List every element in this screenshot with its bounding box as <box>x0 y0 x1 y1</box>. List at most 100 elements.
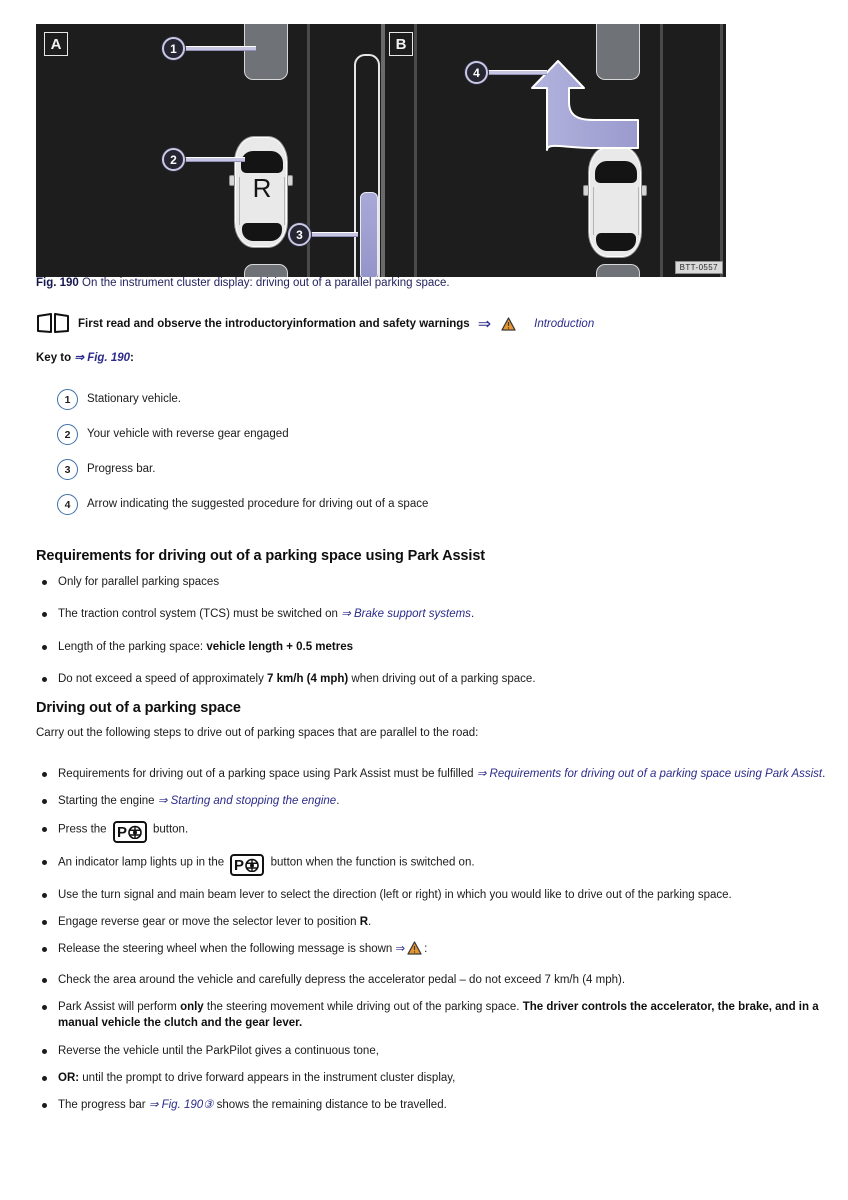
rear-glass <box>596 233 636 251</box>
cross-reference-link[interactable]: ⇒ Requirements for driving out of a park… <box>477 768 822 780</box>
park-assist-button-icon: P <box>230 853 265 876</box>
progress-bar-fill <box>360 192 378 277</box>
key-text-4: Arrow indicating the suggested procedure… <box>87 498 429 510</box>
bullet-text: Starting the engine <box>58 795 158 808</box>
driving-out-intro: Carry out the following steps to drive o… <box>36 727 479 739</box>
mirror-left <box>583 185 589 196</box>
list-item: Reverse the vehicle until the ParkPilot … <box>36 1043 826 1059</box>
introduction-link[interactable]: Introduction <box>534 318 594 330</box>
list-item: Press the P button. <box>36 820 826 843</box>
list-item: Requirements for driving out of a parkin… <box>36 766 826 782</box>
requirements-bullet-list: Only for parallel parking spaces The trac… <box>36 574 826 703</box>
list-item: Release the steering wheel when the foll… <box>36 941 826 960</box>
rear-glass <box>242 223 282 241</box>
bullet-emphasis: OR: <box>58 1071 80 1084</box>
lane-line-right <box>660 24 663 277</box>
bullet-text: Use the turn signal and main beam lever … <box>58 888 732 901</box>
bullet-text: An indicator lamp lights up in the <box>58 856 228 869</box>
figure-190: R A B 1 2 3 4 BTT-0557 <box>36 24 726 277</box>
bullet-text: Check the area around the vehicle and ca… <box>58 973 626 986</box>
read-first-note-text: First read and observe the introductoryi… <box>78 317 470 330</box>
figure-callout-1: 1 <box>162 37 185 60</box>
list-item: Only for parallel parking spaces <box>36 574 826 590</box>
driving-out-bullet-list: Requirements for driving out of a parkin… <box>36 766 826 1125</box>
note-ref-arrow: ⇒ <box>477 315 492 333</box>
warning-triangle-icon <box>501 316 516 331</box>
figure-callout-2: 2 <box>162 148 185 171</box>
bullet-text: The progress bar <box>58 1099 149 1112</box>
svg-text:P: P <box>117 824 127 839</box>
windshield <box>595 161 637 183</box>
bullet-text: Reverse the vehicle until the ParkPilot … <box>58 1044 379 1057</box>
list-item: Do not exceed a speed of approximately 7… <box>36 671 826 687</box>
panel-label-a: A <box>44 32 68 56</box>
bullet-text: . <box>470 608 475 621</box>
bullet-text: . <box>336 795 340 808</box>
figure-caption-text: On the instrument cluster display: drivi… <box>82 277 450 289</box>
key-text-1: Stationary vehicle. <box>87 393 181 405</box>
bullet-text: Only for parallel parking spaces <box>58 576 220 588</box>
key-to-heading: Key to ⇒ Fig. 190: <box>36 350 134 364</box>
requirements-heading: Requirements for driving out of a parkin… <box>36 548 486 564</box>
key-item-1: 1 Stationary vehicle. <box>57 388 817 423</box>
instrument-cluster-illustration: R A B 1 2 3 4 BTT-0557 <box>36 24 726 277</box>
ego-vehicle-b <box>583 146 647 258</box>
roofline <box>593 187 639 235</box>
panel-label-b: B <box>389 32 413 56</box>
bullet-text: Release the steering wheel when the foll… <box>58 943 396 956</box>
svg-text:P: P <box>234 857 244 872</box>
bullet-text: The traction control system (TCS) must b… <box>58 608 342 621</box>
bullet-text: : <box>424 943 428 956</box>
bullet-text: . <box>368 915 372 928</box>
key-to-arrow: ⇒ <box>74 352 84 364</box>
book-icon <box>37 313 69 333</box>
bullet-text: Press the <box>58 823 110 836</box>
figure-caption: Fig. 190 On the instrument cluster displ… <box>36 276 796 292</box>
mirror-right <box>641 185 647 196</box>
bullet-text: until the prompt to drive forward appear… <box>79 1071 456 1084</box>
bullet-text: the steering movement while driving out … <box>203 1000 523 1013</box>
key-text-3: Progress bar. <box>87 463 156 475</box>
leader-line-3 <box>310 232 358 237</box>
bullet-emphasis: R <box>359 915 369 928</box>
windshield <box>241 151 283 173</box>
list-item: OR: until the prompt to drive forward ap… <box>36 1070 826 1086</box>
key-bubble-2: 2 <box>57 424 78 445</box>
figure-watermark: BTT-0557 <box>674 261 723 274</box>
key-bubble-3: 3 <box>57 459 78 480</box>
key-item-4: 4 Arrow indicating the suggested procedu… <box>57 493 817 528</box>
key-item-3: 3 Progress bar. <box>57 458 817 493</box>
figure-key-list: 1 Stationary vehicle. 2 Your vehicle wit… <box>57 388 817 528</box>
warning-triangle-icon <box>407 941 422 960</box>
bullet-emphasis: only <box>180 1000 204 1013</box>
key-bubble-1: 1 <box>57 389 78 410</box>
parked-vehicle-top-a <box>244 24 288 80</box>
cross-reference-link[interactable]: ⇒ Fig. 190③ <box>149 1099 214 1111</box>
bullet-text: shows the remaining distance to be trave… <box>213 1099 447 1112</box>
bullet-text: button when the function is switched on. <box>267 856 475 869</box>
bullet-text: Do not exceed a speed of approximately <box>58 672 268 685</box>
cross-reference-link[interactable]: ⇒ Brake support systems <box>341 608 471 620</box>
figure-panel-a <box>36 24 381 277</box>
manual-page: R A B 1 2 3 4 BTT-0557 Fig. 190 On the i… <box>0 0 848 1200</box>
bullet-text: when driving out of a parking space. <box>348 672 536 685</box>
park-assist-button-icon: P <box>112 820 147 843</box>
key-bubble-4: 4 <box>57 494 78 515</box>
key-item-2: 2 Your vehicle with reverse gear engaged <box>57 423 817 458</box>
leader-line-2 <box>183 157 245 162</box>
list-item: An indicator lamp lights up in the P but… <box>36 853 826 876</box>
bullet-text: Requirements for driving out of a parkin… <box>58 768 477 780</box>
figure-callout-4: 4 <box>465 61 488 84</box>
key-to-figure-link[interactable]: Fig. 190 <box>87 352 130 364</box>
bullet-text: Engage reverse gear or move the selector… <box>58 915 360 928</box>
key-text-2: Your vehicle with reverse gear engaged <box>87 428 289 440</box>
read-first-note: First read and observe the introductoryi… <box>36 313 816 334</box>
driving-out-heading: Driving out of a parking space <box>36 700 241 716</box>
list-item: Check the area around the vehicle and ca… <box>36 972 826 988</box>
figure-caption-label: Fig. 190 <box>36 277 79 289</box>
cross-reference-link[interactable]: ⇒ Starting and stopping the engine <box>158 795 336 807</box>
gear-indicator-letter: R <box>252 173 272 203</box>
bullet-emphasis: vehicle length + 0.5 metres <box>206 640 354 653</box>
key-to-suffix: : <box>130 352 134 364</box>
lane-line-mid <box>414 24 417 277</box>
